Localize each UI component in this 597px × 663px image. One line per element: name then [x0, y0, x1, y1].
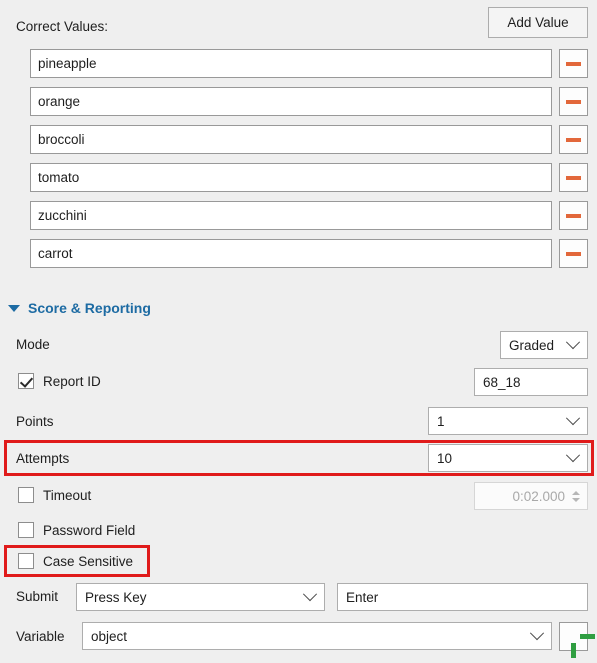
mode-value: Graded [509, 337, 555, 353]
add-value-button[interactable]: Add Value [488, 7, 588, 38]
correct-values-label: Correct Values: [16, 19, 109, 34]
checkbox-icon [18, 553, 34, 569]
score-reporting-section-header[interactable]: Score & Reporting [0, 296, 151, 320]
remove-value-button-5[interactable] [559, 201, 588, 230]
mode-label: Mode [16, 337, 50, 352]
value-input-5[interactable] [30, 201, 552, 230]
points-label: Points [16, 414, 54, 429]
attempts-label: Attempts [16, 451, 70, 466]
points-dropdown[interactable]: 1 [428, 407, 588, 435]
add-variable-button[interactable] [559, 622, 588, 651]
value-input-2[interactable] [30, 87, 552, 116]
password-field-label: Password Field [43, 522, 136, 538]
chevron-down-icon [565, 335, 581, 350]
timeout-value: 0:02.000 [512, 488, 565, 504]
variable-label: Variable [16, 629, 65, 644]
value-input-1[interactable] [30, 49, 552, 78]
submit-mode-dropdown[interactable]: Press Key [76, 583, 325, 611]
minus-icon [566, 61, 581, 66]
value-input-4[interactable] [30, 163, 552, 192]
remove-value-button-4[interactable] [559, 163, 588, 192]
value-row [0, 197, 597, 235]
attempts-value: 10 [437, 450, 453, 466]
submit-key-input[interactable] [337, 583, 588, 611]
chevron-down-icon [565, 411, 581, 426]
case-sensitive-label: Case Sensitive [43, 553, 134, 569]
case-sensitive-checkbox[interactable]: Case Sensitive [18, 553, 133, 569]
mode-dropdown[interactable]: Graded [500, 331, 588, 359]
chevron-down-icon [8, 304, 20, 312]
checkbox-icon [18, 373, 34, 389]
checkbox-icon [18, 522, 34, 538]
spinner-arrows-icon[interactable] [572, 490, 581, 502]
minus-icon [566, 99, 581, 104]
timeout-checkbox[interactable]: Timeout [18, 487, 91, 503]
timeout-label: Timeout [43, 487, 92, 503]
chevron-down-icon [302, 587, 318, 602]
score-reporting-title: Score & Reporting [28, 300, 151, 316]
checkbox-icon [18, 487, 34, 503]
submit-label: Submit [16, 589, 59, 604]
remove-value-button-1[interactable] [559, 49, 588, 78]
minus-icon [566, 175, 581, 180]
value-row [0, 159, 597, 197]
minus-icon [566, 251, 581, 256]
variable-dropdown[interactable]: object [82, 622, 552, 650]
value-row [0, 235, 597, 273]
report-id-input[interactable] [474, 368, 588, 396]
attempts-dropdown[interactable]: 10 [428, 444, 588, 472]
points-value: 1 [437, 413, 445, 429]
report-id-label: Report ID [43, 373, 101, 389]
correct-values-header: Correct Values: Add Value [0, 0, 597, 45]
remove-value-button-3[interactable] [559, 125, 588, 154]
report-id-checkbox[interactable]: Report ID [18, 373, 101, 389]
value-row [0, 45, 597, 83]
chevron-down-icon [529, 626, 545, 641]
password-field-checkbox[interactable]: Password Field [18, 522, 135, 538]
variable-value: object [91, 628, 128, 644]
remove-value-button-2[interactable] [559, 87, 588, 116]
value-input-3[interactable] [30, 125, 552, 154]
submit-mode-value: Press Key [85, 589, 147, 605]
correct-values-list [0, 45, 597, 273]
remove-value-button-6[interactable] [559, 239, 588, 268]
chevron-down-icon [565, 448, 581, 463]
value-row [0, 121, 597, 159]
timeout-spinner[interactable]: 0:02.000 [474, 482, 588, 510]
minus-icon [566, 137, 581, 142]
value-input-6[interactable] [30, 239, 552, 268]
minus-icon [566, 213, 581, 218]
value-row [0, 83, 597, 121]
